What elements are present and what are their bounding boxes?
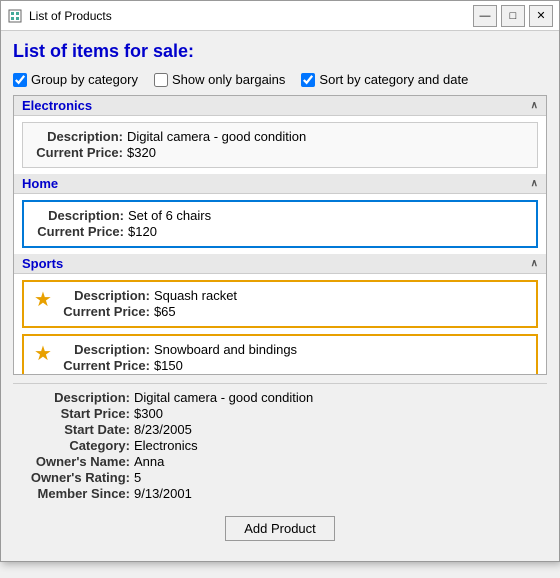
minimize-button[interactable]: —: [473, 5, 497, 27]
show-only-bargains-text: Show only bargains: [172, 72, 285, 87]
detail-owners-rating-value: 5: [134, 470, 141, 485]
group-by-category-label[interactable]: Group by category: [13, 72, 138, 87]
window-title: List of Products: [29, 9, 473, 23]
price-label: Current Price:: [33, 145, 123, 160]
collapse-electronics-btn[interactable]: ∧: [531, 100, 538, 111]
detail-member-since-value: 9/13/2001: [134, 486, 192, 501]
add-product-button[interactable]: Add Product: [225, 516, 335, 541]
detail-owners-name-value: Anna: [134, 454, 164, 469]
bargain-item-row: ★ Description: Squash racket Current Pri…: [34, 288, 526, 320]
product-details: Description: Snowboard and bindings Curr…: [60, 342, 526, 374]
detail-description-value: Digital camera - good condition: [134, 390, 313, 405]
bargain-star-icon: ★: [34, 290, 52, 310]
detail-category-row: Category: Electronics: [25, 438, 535, 453]
description-label: Description:: [60, 288, 150, 303]
detail-start-date-value: 8/23/2005: [134, 422, 192, 437]
maximize-button[interactable]: □: [501, 5, 525, 27]
detail-category-label: Category:: [25, 438, 130, 453]
description-label: Description:: [60, 342, 150, 357]
product-description-row: Description: Squash racket: [60, 288, 526, 303]
sort-by-category-date-label[interactable]: Sort by category and date: [301, 72, 468, 87]
detail-owners-name-row: Owner's Name: Anna: [25, 454, 535, 469]
page-heading: List of items for sale:: [13, 41, 547, 62]
bargain-item-row: ★ Description: Snowboard and bindings Cu…: [34, 342, 526, 374]
detail-description-label: Description:: [25, 390, 130, 405]
list-item[interactable]: Description: Set of 6 chairs Current Pri…: [22, 200, 538, 248]
show-only-bargains-checkbox[interactable]: [154, 73, 168, 87]
product-price-row: Current Price: $320: [33, 145, 527, 160]
price-value: $150: [154, 358, 183, 373]
price-value: $320: [127, 145, 156, 160]
price-value: $120: [128, 224, 157, 239]
description-label: Description:: [33, 129, 123, 144]
category-header-electronics: Electronics ∧: [14, 96, 546, 116]
detail-start-price-value: $300: [134, 406, 163, 421]
list-item[interactable]: Description: Digital camera - good condi…: [22, 122, 538, 168]
product-details: Description: Squash racket Current Price…: [60, 288, 526, 320]
detail-member-since-label: Member Since:: [25, 486, 130, 501]
detail-owners-rating-label: Owner's Rating:: [25, 470, 130, 485]
product-price-row: Current Price: $65: [60, 304, 526, 319]
detail-description-row: Description: Digital camera - good condi…: [25, 390, 535, 405]
footer: Add Product: [13, 510, 547, 551]
bargain-star-icon: ★: [34, 344, 52, 364]
detail-category-value: Electronics: [134, 438, 198, 453]
group-by-category-checkbox[interactable]: [13, 73, 27, 87]
collapse-sports-btn[interactable]: ∧: [531, 258, 538, 269]
toolbar: Group by category Show only bargains Sor…: [13, 72, 547, 87]
detail-start-price-row: Start Price: $300: [25, 406, 535, 421]
detail-start-date-label: Start Date:: [25, 422, 130, 437]
category-name-sports: Sports: [22, 256, 63, 271]
price-value: $65: [154, 304, 176, 319]
category-header-sports: Sports ∧: [14, 254, 546, 274]
product-description-row: Description: Digital camera - good condi…: [33, 129, 527, 144]
description-label: Description:: [34, 208, 124, 223]
detail-member-since-row: Member Since: 9/13/2001: [25, 486, 535, 501]
price-label: Current Price:: [60, 304, 150, 319]
window-controls: — □ ✕: [473, 5, 553, 27]
main-window: List of Products — □ ✕ List of items for…: [0, 0, 560, 562]
product-list[interactable]: Electronics ∧ Description: Digital camer…: [13, 95, 547, 375]
main-content: List of items for sale: Group by categor…: [1, 31, 559, 561]
product-description-row: Description: Snowboard and bindings: [60, 342, 526, 357]
description-value: Set of 6 chairs: [128, 208, 211, 223]
title-bar: List of Products — □ ✕: [1, 1, 559, 31]
price-label: Current Price:: [60, 358, 150, 373]
detail-owners-rating-row: Owner's Rating: 5: [25, 470, 535, 485]
category-name-home: Home: [22, 176, 58, 191]
list-item[interactable]: ★ Description: Snowboard and bindings Cu…: [22, 334, 538, 375]
window-icon: [7, 8, 23, 24]
description-value: Digital camera - good condition: [127, 129, 306, 144]
description-value: Snowboard and bindings: [154, 342, 297, 357]
detail-owners-name-label: Owner's Name:: [25, 454, 130, 469]
price-label: Current Price:: [34, 224, 124, 239]
sort-by-category-date-checkbox[interactable]: [301, 73, 315, 87]
show-only-bargains-label[interactable]: Show only bargains: [154, 72, 285, 87]
close-button[interactable]: ✕: [529, 5, 553, 27]
product-description-row: Description: Set of 6 chairs: [34, 208, 526, 223]
category-name-electronics: Electronics: [22, 98, 92, 113]
group-by-category-text: Group by category: [31, 72, 138, 87]
product-price-row: Current Price: $120: [34, 224, 526, 239]
collapse-home-btn[interactable]: ∧: [531, 178, 538, 189]
category-header-home: Home ∧: [14, 174, 546, 194]
detail-start-date-row: Start Date: 8/23/2005: [25, 422, 535, 437]
detail-panel: Description: Digital camera - good condi…: [13, 383, 547, 510]
description-value: Squash racket: [154, 288, 237, 303]
sort-by-category-date-text: Sort by category and date: [319, 72, 468, 87]
list-item[interactable]: ★ Description: Squash racket Current Pri…: [22, 280, 538, 328]
detail-start-price-label: Start Price:: [25, 406, 130, 421]
product-price-row: Current Price: $150: [60, 358, 526, 373]
